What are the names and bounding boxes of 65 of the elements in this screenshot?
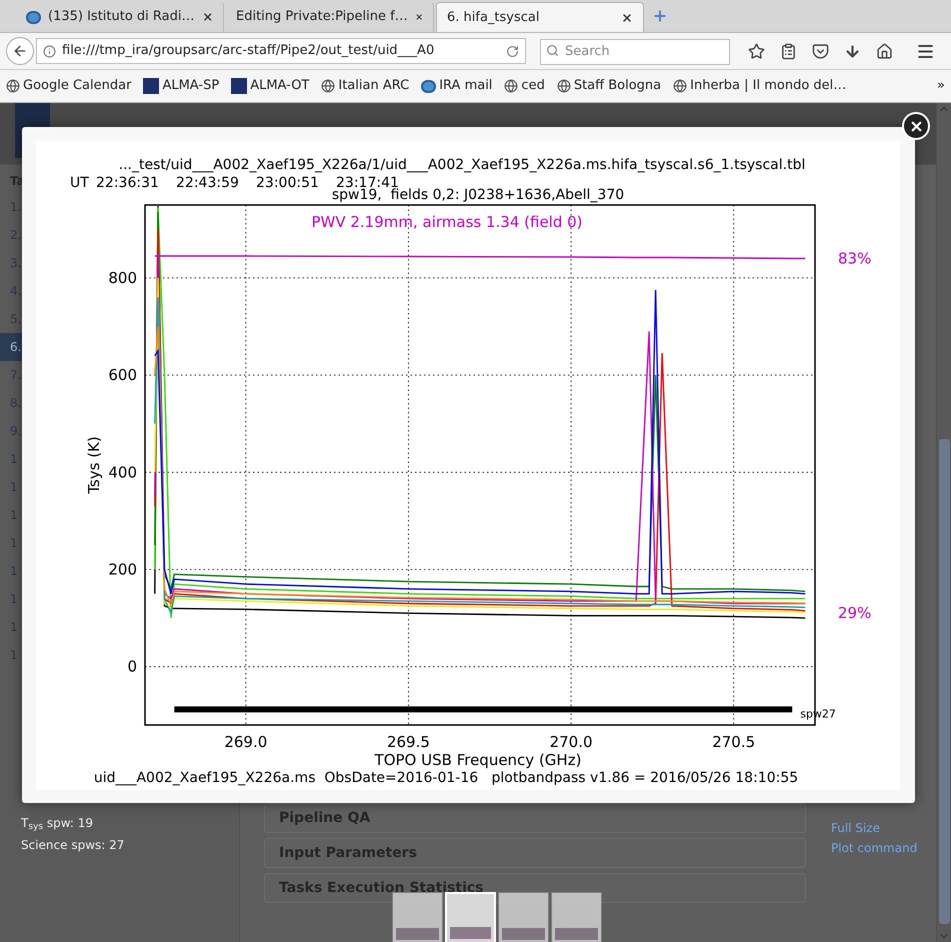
logo-icon	[231, 78, 248, 94]
tab-title: Editing Private:Pipeline f…	[236, 8, 408, 26]
tick-label: 600	[108, 366, 137, 384]
info-text: Science spws: 27	[21, 837, 126, 854]
plot-thumbnail[interactable]	[551, 892, 602, 942]
globe-icon	[556, 79, 571, 93]
overflow-chevron[interactable]: »	[937, 76, 945, 96]
close-icon	[908, 118, 924, 134]
url-text: file:///tmp_ira/groupsarc/arc-staff/Pipe2/out_test/uid___A0	[62, 42, 436, 60]
tick-label: 269.0	[224, 733, 268, 751]
pocket-icon[interactable]	[812, 42, 829, 60]
tick-label: 269.5	[386, 733, 430, 751]
pwv-label: PWV 2.19mm, airmass 1.34 (field 0)	[311, 213, 583, 231]
home-icon[interactable]	[876, 42, 893, 60]
scrollbar-thumb[interactable]	[938, 439, 950, 924]
tick-label: 270.0	[550, 733, 593, 751]
tab-title: 6. hifa_tsyscal	[447, 8, 540, 27]
bookmark-star-icon[interactable]	[748, 42, 765, 60]
url-field[interactable]: file:///tmp_ira/groupsarc/arc-staff/Pipe2/out_test/uid___A0	[36, 38, 526, 64]
time-label: 22:36:31	[96, 175, 159, 191]
tick-label: 270.5	[712, 733, 756, 751]
plot-thumbnail[interactable]	[498, 892, 549, 942]
bookmark-item[interactable]: Italian ARC	[321, 76, 410, 96]
axis-label: TOPO USB Frequency (GHz)	[374, 751, 582, 769]
back-button[interactable]	[6, 37, 34, 65]
search-field[interactable]: Search	[540, 38, 730, 64]
transmission-label: 83%	[838, 249, 872, 268]
bookmark-item[interactable]: IRA mail	[421, 76, 492, 96]
logo-icon	[26, 10, 41, 24]
close-icon[interactable]	[621, 12, 633, 24]
info-text: T$_{sys}$ spw: 19	[21, 815, 94, 832]
plot-footer: uid___A002_Xaef195_X226a.ms ObsDate=2016-01-16 plotbandpass v1.86 = 2016/05/26 18:10:55	[94, 770, 798, 786]
bookmark-item[interactable]: ALMA-SP	[143, 76, 220, 96]
axis-label: Tsys (K)	[85, 436, 103, 494]
info-icon[interactable]	[43, 44, 56, 58]
bookmark-item[interactable]: Google Calendar	[6, 76, 132, 96]
transmission-label: 29%	[838, 604, 872, 622]
globe-icon	[504, 79, 518, 93]
scrollbar[interactable]	[936, 103, 951, 942]
tick-label: 800	[108, 268, 137, 287]
logo-icon	[421, 80, 436, 92]
browser-tab[interactable]: 6. hifa_tsyscal	[436, 2, 644, 32]
time-label: 22:43:59	[176, 175, 239, 191]
globe-icon	[321, 79, 336, 93]
plot-thumbnail[interactable]	[392, 892, 443, 942]
tick-label: 0	[127, 658, 137, 676]
new-tab-icon[interactable]	[652, 8, 668, 24]
bookmark-item[interactable]: ALMA-OT	[231, 76, 310, 96]
download-icon[interactable]	[844, 42, 861, 60]
search-icon	[546, 44, 559, 57]
tick-label: 400	[108, 463, 137, 482]
close-icon[interactable]	[202, 11, 213, 23]
plot-title: ..._test/uid___A002_Xaef195_X226a/1/uid___A002_Xaef195_X226a.ms.hifa_tsyscal.s6_1.tsyscal.tbl	[118, 157, 806, 173]
bookmark-item[interactable]: ced	[504, 76, 545, 96]
ut-label: UT	[70, 175, 89, 191]
clipboard-icon[interactable]	[780, 42, 797, 60]
bookmark-item[interactable]: Inherba | Il mondo del…	[673, 76, 846, 96]
reload-icon[interactable]	[506, 44, 519, 58]
time-label: 23:00:51	[256, 175, 319, 191]
logo-icon	[143, 78, 160, 94]
bookmark-item[interactable]: Staff Bologna	[556, 76, 662, 96]
tab-title: (135) Istituto di Radi…	[48, 8, 194, 26]
globe-icon	[673, 79, 688, 93]
globe-icon	[6, 79, 20, 93]
tick-label: 200	[108, 560, 137, 578]
